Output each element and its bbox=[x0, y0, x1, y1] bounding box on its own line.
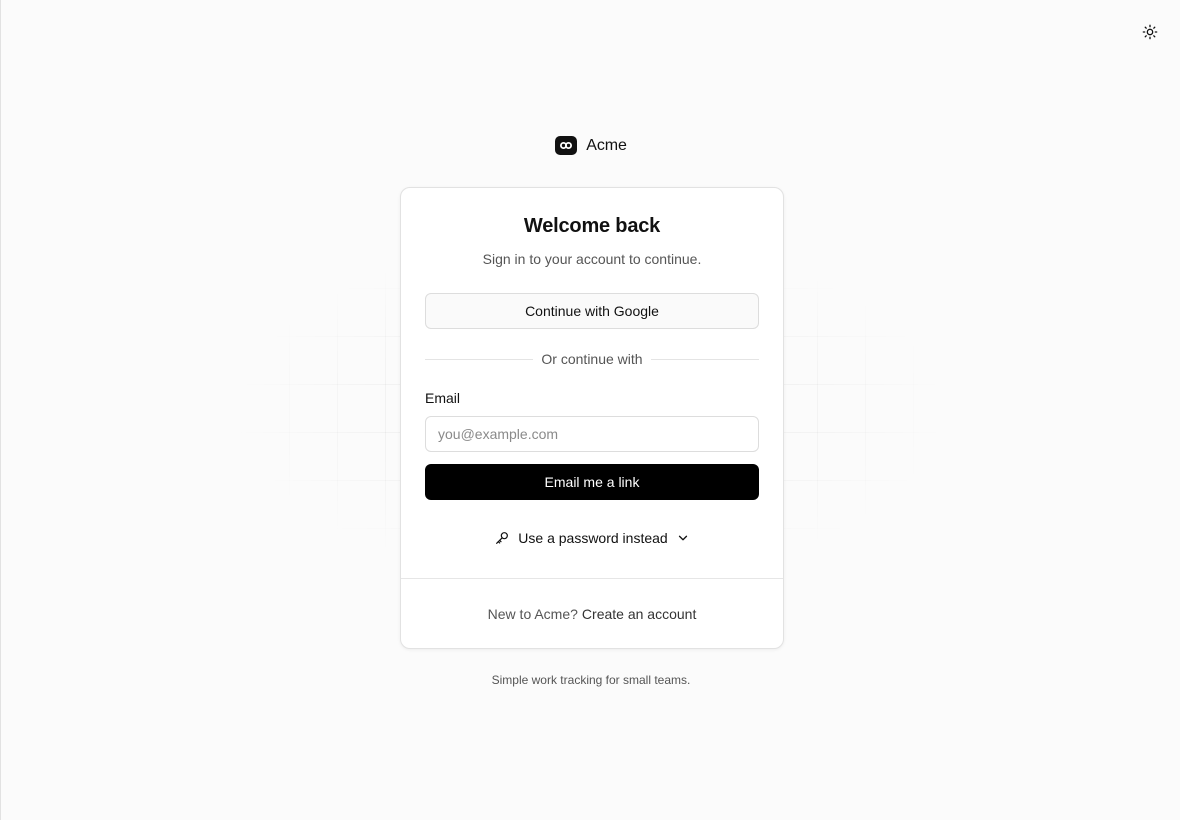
card-title: Welcome back bbox=[523, 215, 661, 237]
create-account-link[interactable]: Create an account bbox=[582, 606, 696, 622]
sun-icon bbox=[1142, 24, 1158, 40]
card-subtitle: Sign in to your account to continue. bbox=[482, 251, 702, 267]
acme-logo-icon bbox=[555, 136, 578, 155]
continue-with-google-button[interactable]: Continue with Google bbox=[425, 293, 759, 329]
divider-line-right bbox=[650, 358, 760, 360]
sign-in-card: Welcome back Sign in to your account to … bbox=[400, 187, 784, 649]
use-password-label: Use a password instead bbox=[518, 530, 668, 546]
chevron-down-icon bbox=[678, 535, 687, 541]
email-label: Email bbox=[425, 390, 461, 406]
divider-line-left bbox=[425, 358, 534, 360]
email-me-a-link-button[interactable]: Email me a link bbox=[425, 464, 759, 500]
theme-toggle-button[interactable] bbox=[1140, 22, 1160, 42]
email-field[interactable] bbox=[425, 416, 759, 452]
use-password-toggle[interactable]: Use a password instead bbox=[425, 522, 759, 554]
new-account-prompt: New to Acme? bbox=[487, 605, 578, 622]
brand-header: Acme bbox=[1, 136, 1180, 155]
or-divider: Or continue with bbox=[425, 351, 760, 367]
key-icon bbox=[496, 532, 509, 544]
divider-text: Or continue with bbox=[541, 351, 643, 367]
tagline: Simple work tracking for small teams. bbox=[491, 673, 691, 687]
card-footer: New to Acme? Create an account bbox=[401, 578, 783, 648]
brand-name: Acme bbox=[586, 136, 627, 154]
